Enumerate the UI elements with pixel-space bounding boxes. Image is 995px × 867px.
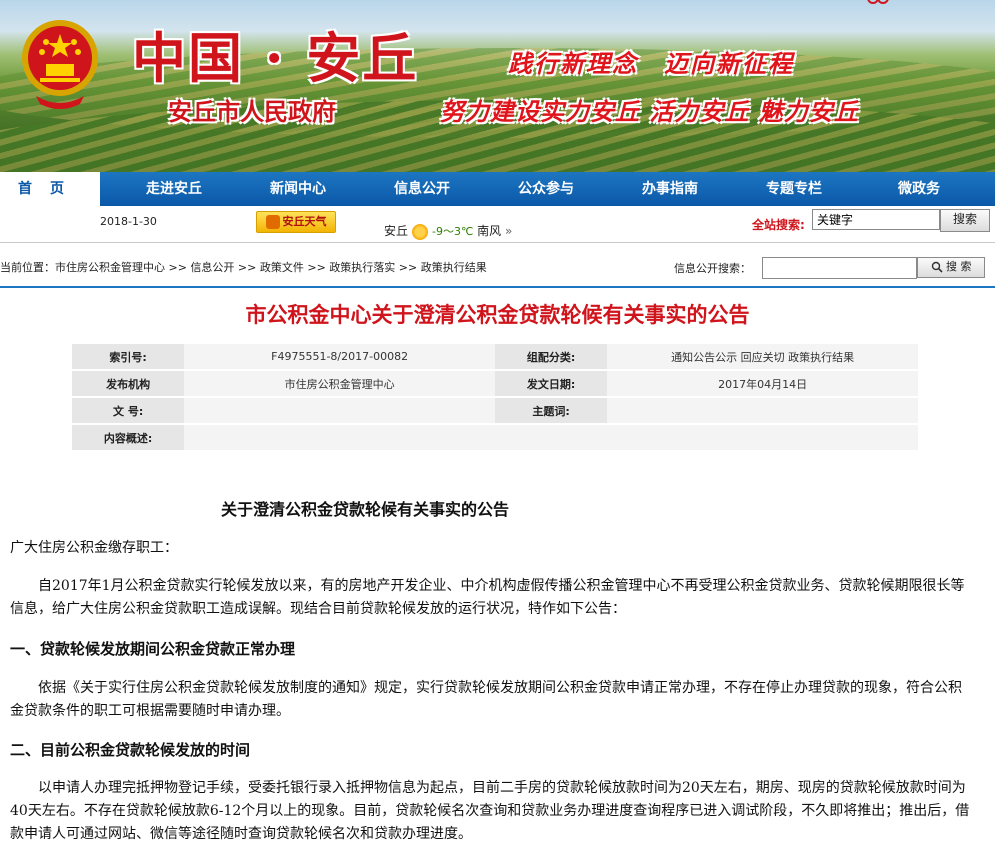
gov-search-label: 信息公开搜索：: [674, 262, 751, 275]
search-icon: [931, 261, 943, 273]
article-paragraph-3: 以申请人办理完抵押物登记手续，受委托银行录入抵押物信息为起点，目前二手房的贷款轮…: [10, 780, 970, 842]
site-search-input[interactable]: [812, 209, 940, 230]
breadcrumb: 当前位置：市住房公积金管理中心 >> 信息公开 >> 政策文件 >> 政策执行落…: [0, 259, 487, 275]
meta-category-label: 组配分类:: [494, 344, 608, 369]
table-row: 文 号: 主题词:: [72, 398, 918, 423]
article-salutation: 广大住房公积金缴存职工：: [10, 540, 178, 556]
article-title: 关于澄清公积金贷款轮候有关事实的公告: [221, 500, 510, 519]
site-banner: 中国 · 安丘 安丘市人民政府 践行新理念 迈向新征程 努力建设实力安丘 活力安…: [0, 0, 995, 172]
breadcrumb-item-housing-fund-center[interactable]: 市住房公积金管理中心: [55, 261, 165, 274]
breadcrumb-separator: >>: [303, 261, 330, 274]
breadcrumb-item-policy-documents[interactable]: 政策文件: [260, 261, 304, 274]
corner-logo-icon: [867, 0, 889, 4]
weather-temp: -9～3℃: [432, 225, 474, 238]
site-title: 中国 · 安丘: [132, 26, 419, 90]
breadcrumb-separator: >>: [395, 261, 421, 274]
article-paragraph-1: 自2017年1月公积金贷款实行轮候发放以来，有的房地产开发企业、中介机构虚假传播…: [10, 578, 965, 617]
meta-docno-label: 文 号:: [72, 398, 185, 423]
weather-icon: [265, 215, 280, 229]
info-bar: 2018-1-30 安丘天气 安丘 -9～3℃ 南风 » 全站搜索: 搜索: [0, 206, 995, 242]
breadcrumb-item-policy-results[interactable]: 政策执行结果: [421, 261, 487, 274]
meta-subject-label: 主题词:: [494, 398, 608, 423]
meta-index-value: F4975551-8/2017-00082: [184, 344, 495, 369]
gov-search-input[interactable]: [762, 257, 917, 279]
breadcrumb-separator: >>: [165, 261, 191, 274]
breadcrumb-item-policy-implementation[interactable]: 政策执行落实: [329, 261, 395, 274]
document-meta-table: 索引号: F4975551-8/2017-00082 组配分类: 通知公告公示 …: [72, 342, 918, 452]
meta-date-value: 2017年04月14日: [607, 371, 918, 396]
breadcrumb-separator: >>: [234, 261, 260, 274]
sun-icon: [412, 223, 429, 240]
nav-service-guide[interactable]: 办事指南: [596, 172, 744, 206]
nav-public-participation[interactable]: 公众参与: [496, 172, 596, 206]
current-date: 2018-1-30: [100, 215, 157, 228]
site-search-button[interactable]: 搜索: [940, 209, 990, 232]
table-row: 索引号: F4975551-8/2017-00082 组配分类: 通知公告公示 …: [72, 344, 918, 369]
nav-special-topics[interactable]: 专题专栏: [744, 172, 844, 206]
breadcrumb-prefix: 当前位置：: [0, 261, 55, 274]
meta-publisher-label: 发布机构: [72, 371, 185, 396]
article-heading-1: 一、贷款轮候发放期间公积金贷款正常办理: [10, 640, 296, 658]
meta-summary-label: 内容概述:: [72, 425, 185, 450]
nav-info-disclosure[interactable]: 信息公开: [348, 172, 496, 206]
meta-summary-value: [184, 425, 918, 450]
nav-about[interactable]: 走进安丘: [100, 172, 248, 206]
main-nav: 首页 走进安丘 新闻中心 信息公开 公众参与 办事指南 专题专栏 微政务: [0, 172, 995, 206]
weather-more-link[interactable]: »: [505, 224, 512, 238]
weather-city: 安丘: [384, 224, 409, 238]
weather-button[interactable]: 安丘天气: [256, 211, 336, 233]
weather-wind: 南风: [477, 224, 502, 238]
table-row: 内容概述:: [72, 425, 918, 450]
page-title: 市公积金中心关于澄清公积金贷款轮候有关事实的公告: [245, 302, 750, 327]
nav-home[interactable]: 首页: [0, 172, 100, 206]
breadcrumb-item-info-disclosure[interactable]: 信息公开: [190, 261, 234, 274]
nav-news[interactable]: 新闻中心: [248, 172, 348, 206]
gov-search-button-label: 搜 索: [946, 260, 972, 273]
divider: [0, 242, 995, 243]
nav-micro-government[interactable]: 微政务: [844, 172, 994, 206]
weather-button-label: 安丘天气: [282, 215, 327, 228]
article-paragraph-2: 依据《关于实行住房公积金贷款轮候发放制度的通知》规定，实行贷款轮候发放期间公积金…: [10, 680, 962, 719]
slogan-1: 践行新理念 迈向新征程: [508, 49, 794, 78]
article-heading-2: 二、目前公积金贷款轮候发放的时间: [10, 741, 251, 759]
weather-info: 安丘 -9～3℃ 南风 »: [384, 222, 512, 240]
slogan-2: 努力建设实力安丘 活力安丘 魅力安丘: [440, 97, 859, 126]
site-subtitle: 安丘市人民政府: [168, 97, 336, 126]
meta-date-label: 发文日期:: [494, 371, 608, 396]
meta-category-value: 通知公告公示 回应关切 政策执行结果: [607, 344, 918, 369]
divider: [0, 286, 995, 288]
table-row: 发布机构 市住房公积金管理中心 发文日期: 2017年04月14日: [72, 371, 918, 396]
meta-index-label: 索引号:: [72, 344, 185, 369]
national-emblem-icon: [22, 20, 98, 109]
meta-subject-value: [607, 398, 918, 423]
meta-publisher-value: 市住房公积金管理中心: [184, 371, 495, 396]
meta-docno-value: [184, 398, 495, 423]
gov-search-button[interactable]: 搜 索: [917, 257, 985, 278]
site-search-label: 全站搜索:: [752, 218, 805, 232]
